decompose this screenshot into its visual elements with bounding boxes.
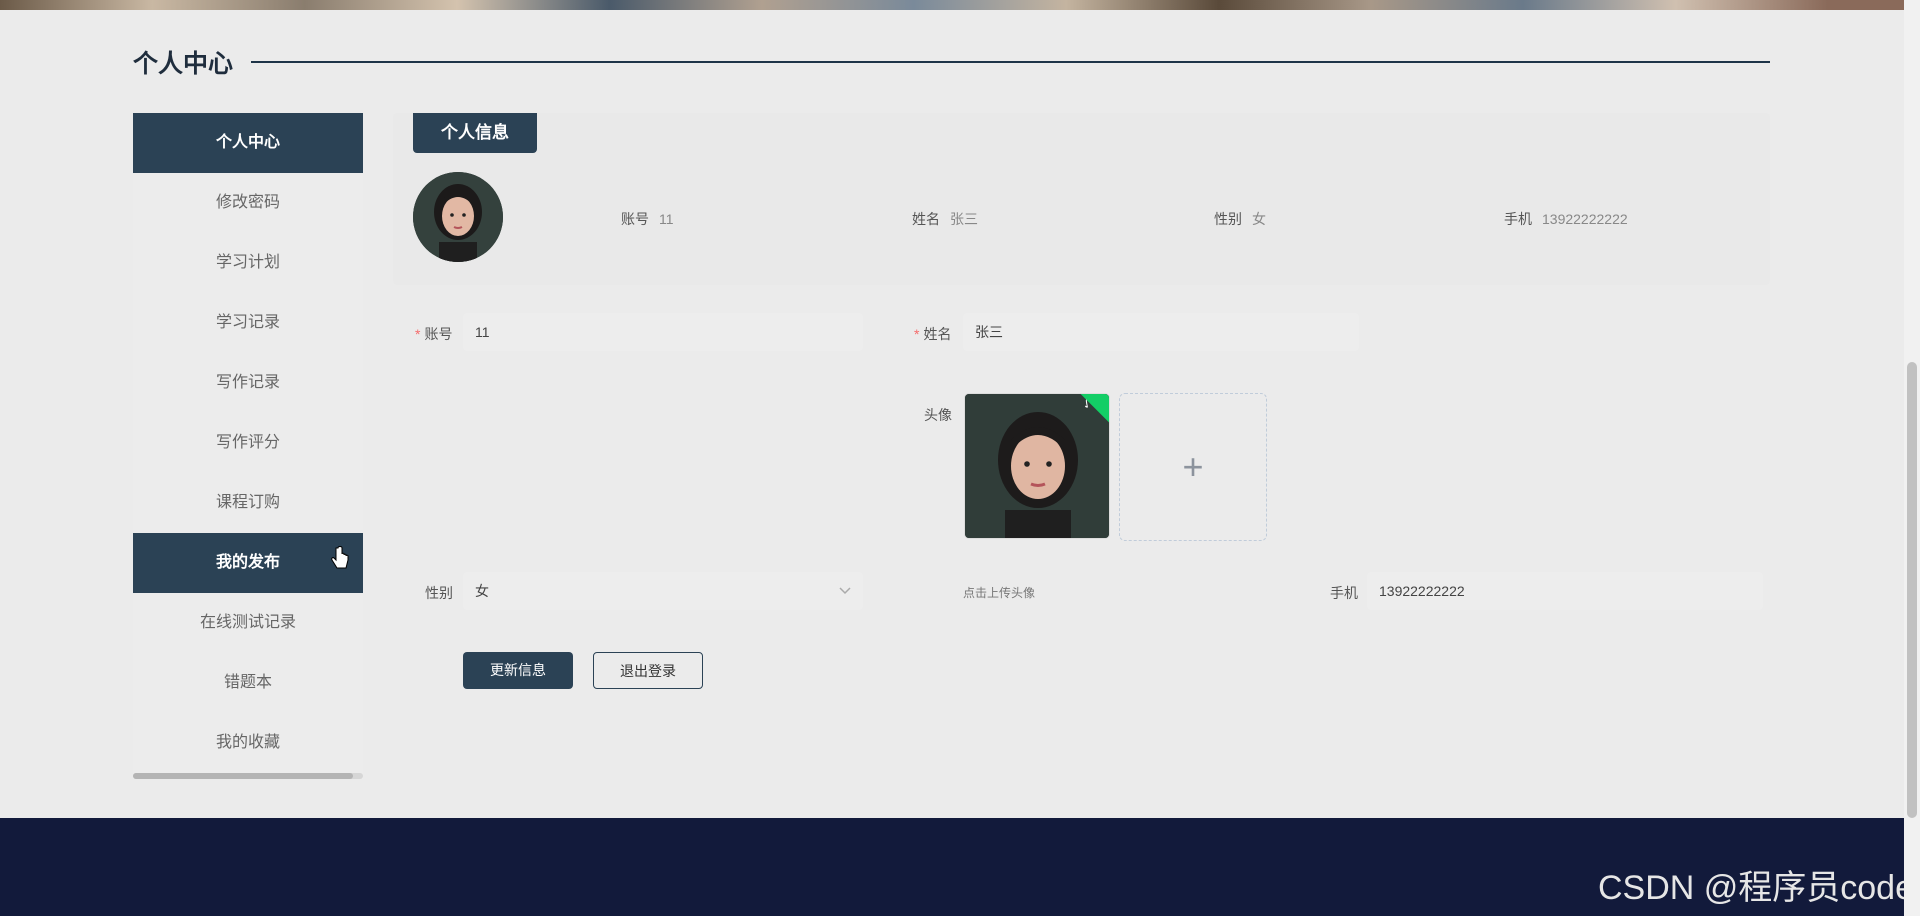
logout-button[interactable]: 退出登录 [593,652,703,689]
sidebar-item-change-password[interactable]: 修改密码 [133,173,363,233]
upload-avatar-button[interactable]: + [1119,393,1267,541]
profile-info-card [393,113,1770,285]
sidebar-item-writing-score[interactable]: 写作评分 [133,413,363,473]
info-gender-label: 性别 [1214,211,1242,227]
phone-input[interactable]: 13922222222 [1367,572,1763,610]
info-account-value: 11 [659,211,674,227]
info-phone: 手机 13922222222 [1504,209,1628,229]
phone-field-label: 手机 [1330,585,1358,601]
info-gender-value: 女 [1252,211,1266,227]
heading-divider [251,61,1770,63]
page-scrollbar-thumb[interactable] [1907,362,1917,818]
info-name: 姓名 张三 [912,209,978,229]
info-phone-label: 手机 [1504,211,1532,227]
gender-select[interactable]: 女 [463,572,863,610]
sidebar-scrollbar[interactable] [133,773,363,779]
sidebar-item-study-plan[interactable]: 学习计划 [133,233,363,293]
avatar [413,172,503,262]
info-phone-value: 13922222222 [1542,211,1628,227]
avatar-field-label: 头像 [924,407,952,423]
sidebar-menu: 个人中心 修改密码 学习计划 学习记录 写作记录 写作评分 课程订购 我的发布 … [133,113,363,779]
profile-info-tab: 个人信息 [413,113,537,153]
sidebar-item-course-order[interactable]: 课程订购 [133,473,363,533]
name-field-label: * 姓名 [914,324,951,344]
name-label-text: 姓名 [923,326,952,342]
top-banner-image [0,0,1904,10]
sidebar-item-my-posts[interactable]: 我的发布 [133,533,363,593]
account-field-label: * 账号 [415,324,452,344]
chevron-down-icon [839,572,851,610]
name-input[interactable]: 张三 [963,313,1359,351]
page-scrollbar[interactable] [1904,0,1920,916]
gender-field-label: 性别 [425,585,453,601]
upload-avatar-tip: 点击上传头像 [963,586,1036,600]
account-label-text: 账号 [424,326,453,342]
info-gender: 性别女 [1214,209,1266,229]
sidebar-item-online-test-record[interactable]: 在线测试记录 [133,593,363,653]
page-title: 个人中心 [133,50,234,78]
sidebar-scrollbar-thumb[interactable] [133,773,353,779]
info-name-label: 姓名 [912,211,940,227]
uploaded-avatar-thumbnail[interactable]: ✓ [964,393,1110,539]
sidebar-item-study-record[interactable]: 学习记录 [133,293,363,353]
info-account: 账号 11 [621,209,674,229]
sidebar-item-writing-record[interactable]: 写作记录 [133,353,363,413]
update-info-button[interactable]: 更新信息 [463,652,573,689]
gender-select-value: 女 [475,583,489,599]
pointer-cursor-icon [330,546,350,578]
info-account-label: 账号 [621,211,649,227]
account-input[interactable]: 11 [463,313,863,351]
sidebar-item-favorites[interactable]: 我的收藏 [133,713,363,773]
required-mark: * [415,326,421,342]
watermark-text: CSDN @程序员code [1597,869,1914,907]
sidebar-item-profile[interactable]: 个人中心 [133,113,363,173]
required-mark: * [914,326,920,342]
plus-icon: + [1182,446,1204,487]
info-name-value: 张三 [950,211,978,227]
sidebar-item-wrong-questions[interactable]: 错题本 [133,653,363,713]
